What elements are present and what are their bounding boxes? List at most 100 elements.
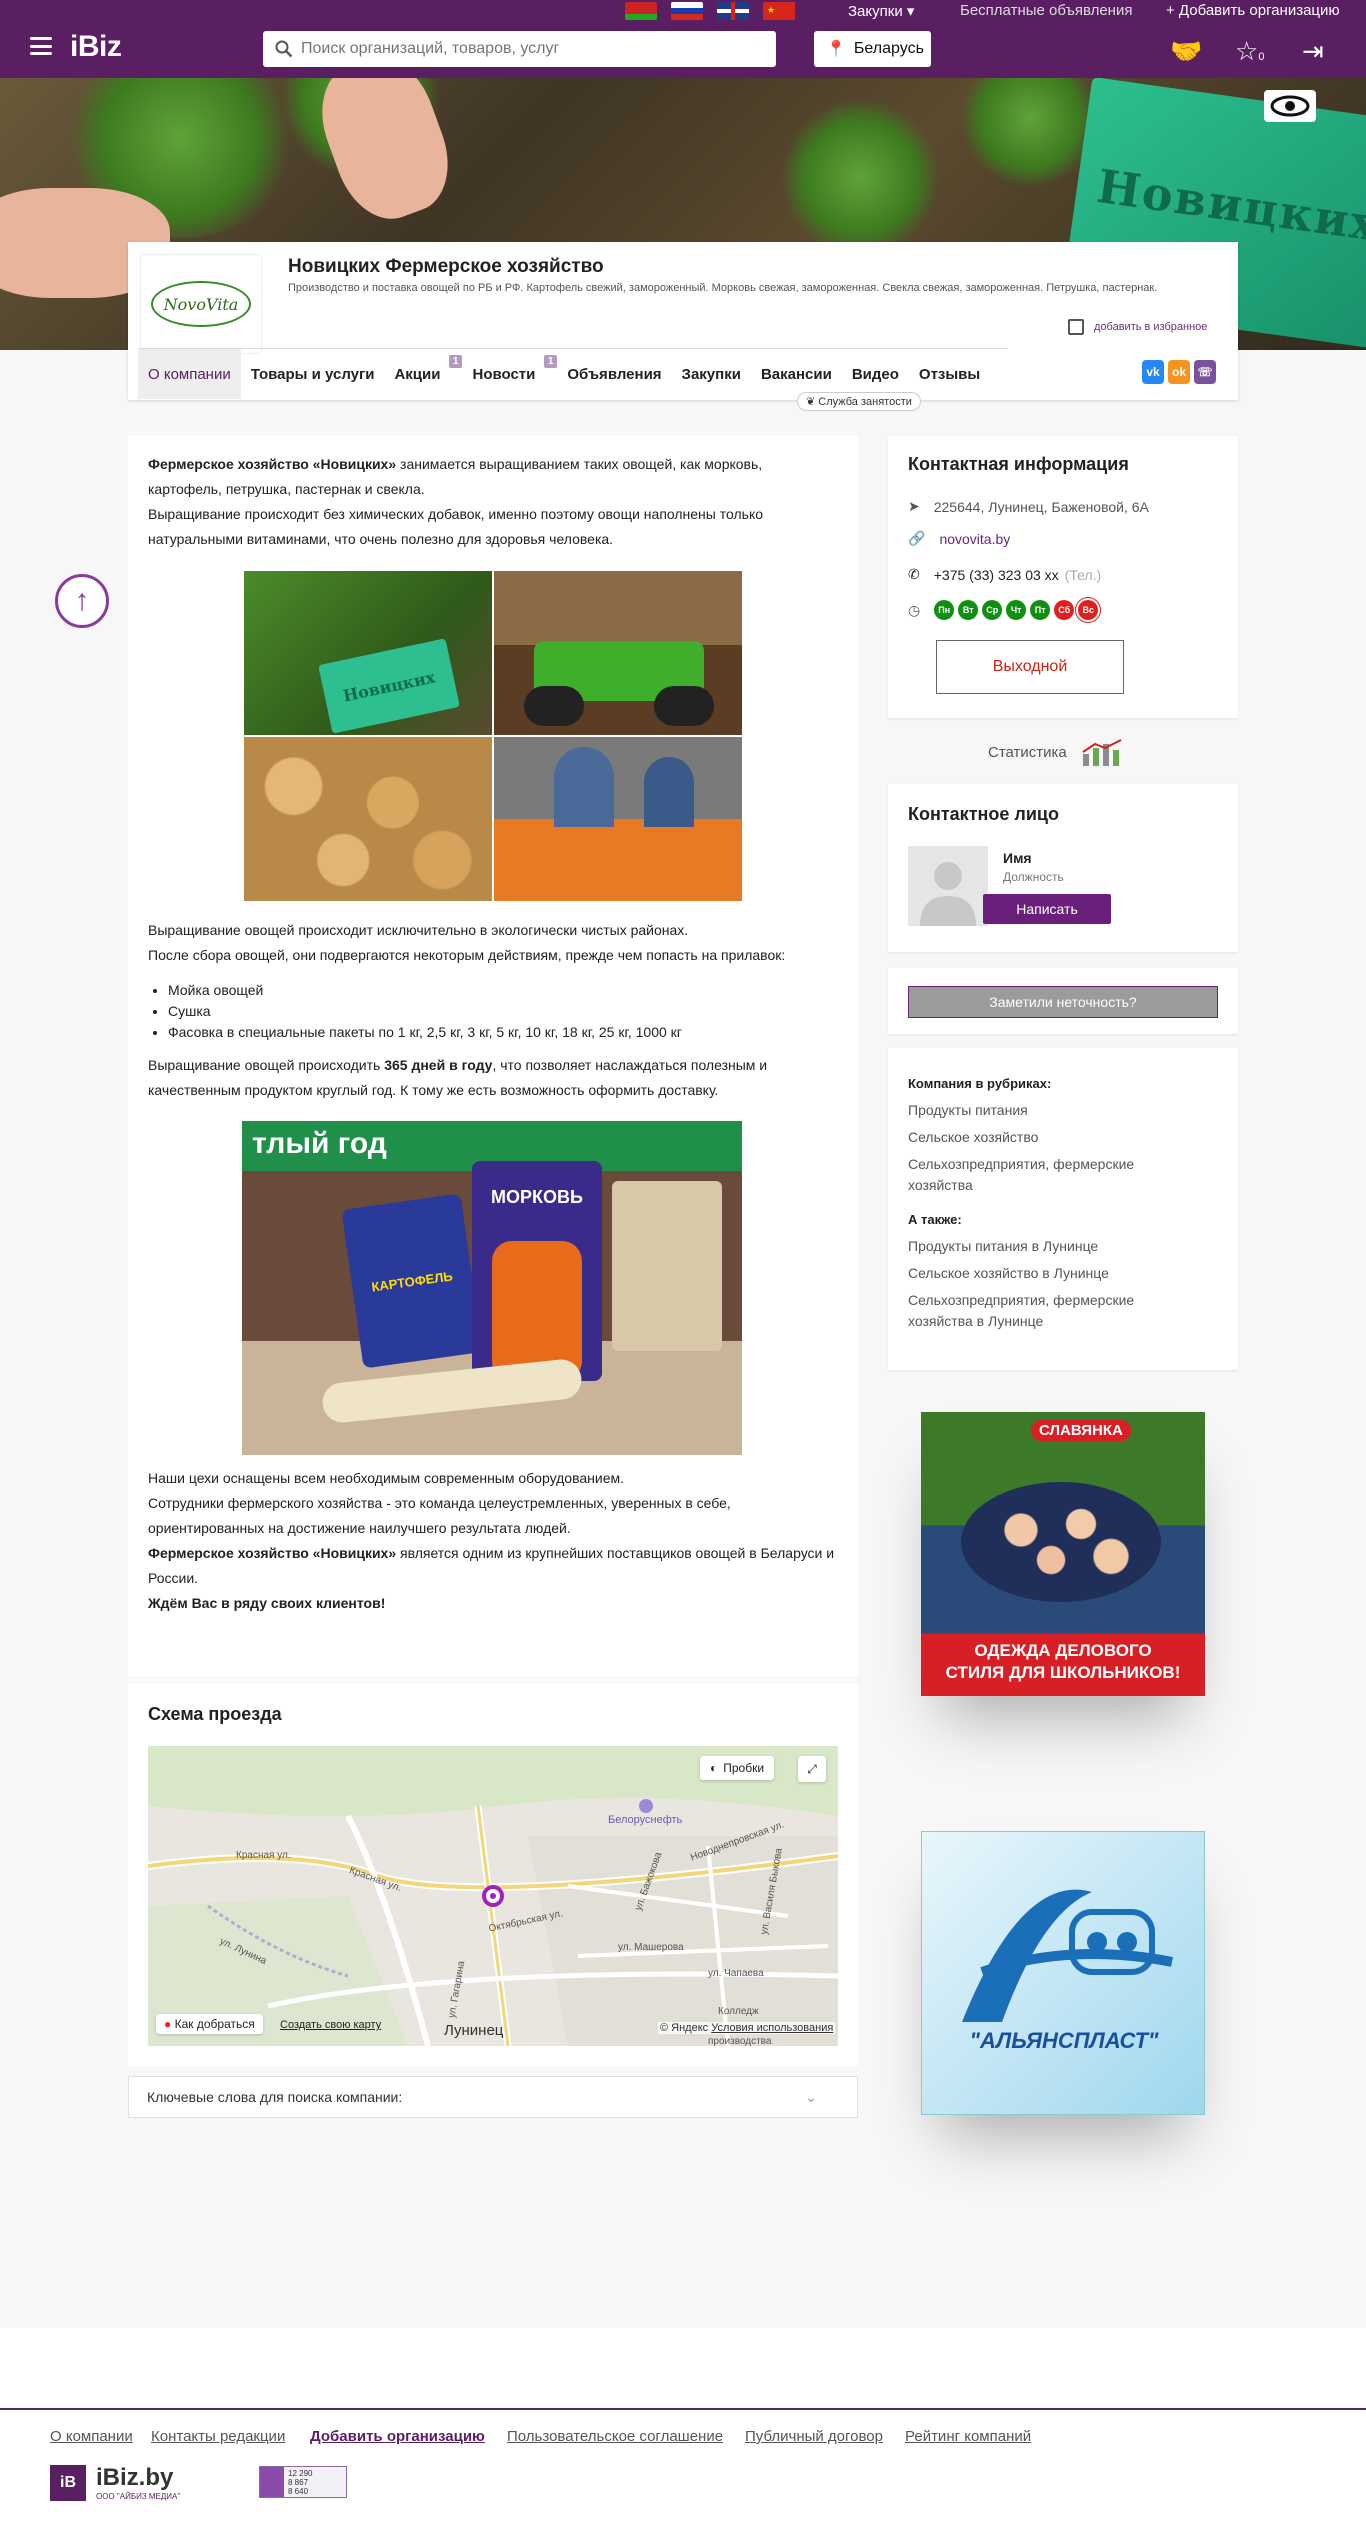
map-label: ул. Чапаева bbox=[708, 1968, 764, 1979]
route-button[interactable]: ● Как добраться bbox=[156, 2014, 263, 2034]
vk-icon[interactable]: vk bbox=[1142, 360, 1164, 384]
flag-en-icon[interactable] bbox=[717, 2, 749, 20]
map-pin-icon: ● bbox=[164, 2017, 172, 2031]
company-card: NovoVita Новицких Фермерское хозяйство П… bbox=[128, 242, 1238, 400]
tab-ads[interactable]: Объявления bbox=[557, 349, 671, 399]
visit-counter[interactable]: 12 290 8 867 8 640 bbox=[259, 2466, 347, 2498]
contact-person: Контактное лицо Имя Должность Написать bbox=[888, 784, 1238, 952]
process-list: Мойка овощей Сушка Фасовка в специальные… bbox=[148, 980, 838, 1043]
rubric-link[interactable]: Сельхозпредприятия, фермерские хозяйства bbox=[908, 1154, 1168, 1196]
traffic-icon: ◐ bbox=[710, 1761, 718, 1775]
map-copyright-text: © Яндекс bbox=[660, 2022, 709, 2034]
tab-label: Вакансии bbox=[760, 365, 832, 383]
viber-icon[interactable]: ☏ bbox=[1194, 360, 1216, 384]
add-favorite[interactable]: добавить в избранное bbox=[1068, 319, 1207, 335]
counter-value: 8 867 bbox=[288, 2478, 309, 2487]
tab-reviews[interactable]: Отзывы bbox=[909, 349, 990, 399]
purchases-menu[interactable]: Закупки ▾ bbox=[848, 2, 914, 20]
map-terms-link[interactable]: Условия использования bbox=[711, 2022, 833, 2034]
favorite-checkbox[interactable] bbox=[1068, 319, 1084, 335]
tab-news[interactable]: Новости 1 bbox=[462, 349, 558, 399]
map-title: Схема проезда bbox=[148, 1704, 282, 1724]
report-inaccuracy-button[interactable]: Заметили неточность? bbox=[908, 986, 1218, 1018]
site-link[interactable]: novovita.by bbox=[939, 531, 1010, 547]
footer-divider bbox=[0, 2408, 1366, 2410]
rubric-link[interactable]: Сельское хозяйство в Лунинце bbox=[908, 1263, 1168, 1284]
eye-icon[interactable] bbox=[1264, 90, 1316, 122]
phone-number[interactable]: +375 (33) 323 03 xx bbox=[934, 567, 1059, 583]
rubric-link[interactable]: Сельхозпредприятия, фермерские хозяйства… bbox=[908, 1290, 1168, 1332]
flag-ru-icon[interactable] bbox=[671, 2, 703, 20]
tab-purchases[interactable]: Закупки bbox=[672, 349, 751, 399]
chevron-down-icon: ⌄ bbox=[805, 2089, 817, 2105]
day-badge[interactable]: Вс bbox=[1078, 600, 1099, 620]
create-map-link[interactable]: Создать свою карту bbox=[280, 2019, 381, 2031]
employment-service-badge[interactable]: ❦ Служба занятости bbox=[797, 392, 921, 411]
free-ads-link[interactable]: Бесплатные объявления bbox=[960, 2, 1132, 19]
fullscreen-icon[interactable]: ⤢ bbox=[798, 1756, 826, 1782]
ok-icon[interactable]: ok bbox=[1168, 360, 1190, 384]
footer-link-contacts[interactable]: Контакты редакции bbox=[151, 2428, 285, 2445]
about-p4: После сбора овощей, они подвергаются нек… bbox=[148, 947, 786, 963]
day-badge: Пн bbox=[934, 600, 955, 620]
flag-cn-icon[interactable]: ★ bbox=[763, 2, 795, 20]
link-icon: 🔗 bbox=[908, 530, 926, 546]
about-p6: Наши цехи оснащены всем необходимым совр… bbox=[148, 1470, 625, 1486]
footer-link-agreement[interactable]: Пользовательское соглашение bbox=[507, 2428, 723, 2445]
rubric-link[interactable]: Продукты питания в Лунинце bbox=[908, 1236, 1168, 1257]
alyansplast-name: "АЛЬЯНСПЛАСТ" bbox=[969, 2028, 1159, 2053]
statistics-link[interactable]: Статистика bbox=[988, 738, 1127, 766]
slavyanka-ad[interactable]: СЛАВЯНКА ОДЕЖДА ДЕЛОВОГО СТИЛЯ ДЛЯ ШКОЛЬ… bbox=[921, 1412, 1205, 1696]
search-input[interactable] bbox=[301, 40, 741, 58]
map-label: производства bbox=[708, 2036, 772, 2046]
login-icon[interactable]: ⇥ bbox=[1302, 36, 1324, 67]
write-button[interactable]: Написать bbox=[983, 894, 1111, 924]
products-photo: тлый год КАРТОФЕЛЬ МОРКОВЬ bbox=[242, 1121, 742, 1455]
purchases-label: Закупки bbox=[848, 3, 903, 20]
footer-logo-icon: iB bbox=[50, 2464, 86, 2501]
footer-link-add-org[interactable]: Добавить организацию bbox=[310, 2428, 485, 2445]
keywords-label: Ключевые слова для поиска компании: bbox=[147, 2089, 403, 2105]
scroll-up-icon[interactable]: ↑ bbox=[55, 574, 109, 628]
rubric-link[interactable]: Сельское хозяйство bbox=[908, 1127, 1168, 1148]
about-p5-a: Выращивание овощей происходить bbox=[148, 1057, 385, 1073]
rubric-link[interactable]: Продукты питания bbox=[908, 1100, 1168, 1121]
day-badge: Вт bbox=[958, 600, 979, 620]
tab-label: Объявления bbox=[567, 365, 662, 383]
tab-about[interactable]: О компании bbox=[138, 349, 241, 399]
favorites-icon[interactable]: ☆0 bbox=[1235, 36, 1264, 67]
add-favorite-label: добавить в избранное bbox=[1094, 321, 1208, 333]
day-badge: Ср bbox=[982, 600, 1003, 620]
footer-link-contract[interactable]: Публичный договор bbox=[745, 2428, 883, 2445]
company-logo-text: NovoVita bbox=[151, 281, 251, 327]
footer-link-about[interactable]: О компании bbox=[50, 2428, 133, 2445]
flag-by-icon[interactable] bbox=[625, 2, 657, 20]
handshake-icon[interactable]: 🤝 bbox=[1170, 36, 1202, 67]
news-count: 1 bbox=[543, 355, 558, 368]
about-p5: Выращивание овощей происходить 365 дней … bbox=[148, 1053, 838, 1103]
traffic-button[interactable]: ◐ Пробки bbox=[700, 1756, 775, 1780]
address-row: ➤ 225644, Лунинец, Баженовой, 6А bbox=[908, 498, 1149, 515]
location-map[interactable]: Белоруснефть Красная ул. Октябрьская ул.… bbox=[148, 1746, 838, 2046]
footer-link-rating[interactable]: Рейтинг компаний bbox=[905, 2428, 1031, 2445]
social-buttons: vk ok ☏ bbox=[1142, 360, 1216, 384]
map-label: Колледж bbox=[718, 2006, 759, 2017]
slavyanka-slogan: ОДЕЖДА ДЕЛОВОГО СТИЛЯ ДЛЯ ШКОЛЬНИКОВ! bbox=[945, 1641, 1181, 1682]
about-team: Наши цехи оснащены всем необходимым совр… bbox=[148, 1466, 838, 1616]
keywords-panel[interactable]: Ключевые слова для поиска компании: ⌄ bbox=[128, 2076, 858, 2118]
footer-logo-text: iBiz.by bbox=[96, 2464, 174, 2491]
tab-label: Новости bbox=[472, 365, 536, 383]
tab-promotions[interactable]: Акции 1 bbox=[384, 349, 463, 399]
menu-icon[interactable] bbox=[30, 37, 52, 55]
alyansplast-ad[interactable]: "АЛЬЯНСПЛАСТ" bbox=[921, 1831, 1205, 2115]
tab-products[interactable]: Товары и услуги bbox=[241, 349, 385, 399]
employment-service-label: Служба занятости bbox=[818, 396, 912, 408]
top-bar: ★ Закупки ▾ Бесплатные объявления + Доба… bbox=[0, 0, 1366, 22]
site-logo[interactable]: iBiz bbox=[70, 30, 122, 64]
also-heading: А также: bbox=[908, 1212, 962, 1227]
add-organization-link[interactable]: + Добавить организацию bbox=[1166, 2, 1340, 19]
footer-logo[interactable]: iB iBiz.by ООО "АЙБИЗ МЕДИА" bbox=[50, 2464, 180, 2501]
statistics-label: Статистика bbox=[988, 743, 1067, 761]
region-selector[interactable]: 📍 Беларусь bbox=[814, 31, 931, 67]
search-box[interactable] bbox=[263, 31, 776, 67]
